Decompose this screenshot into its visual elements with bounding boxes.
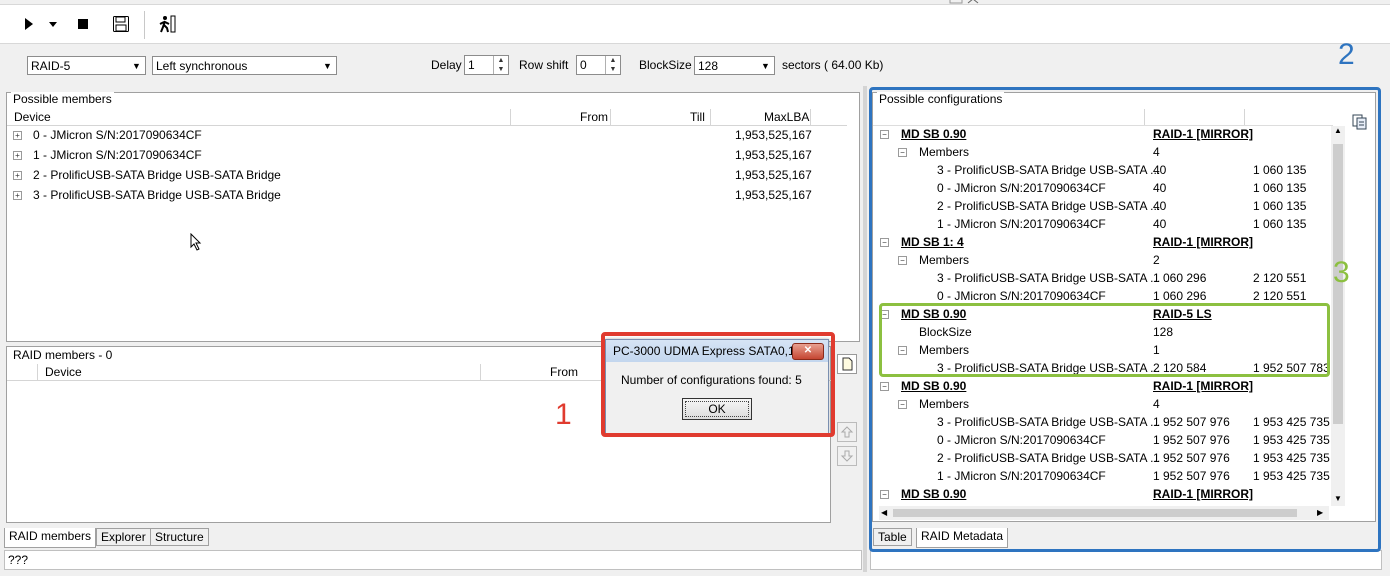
row-shift-spinner[interactable]: 0 ▲ ▼ bbox=[576, 55, 621, 75]
possible-members-title: Possible members bbox=[11, 92, 114, 106]
layout-select[interactable]: Left synchronous ▼ bbox=[152, 56, 337, 75]
expand-icon[interactable]: + bbox=[13, 151, 22, 160]
stop-icon[interactable] bbox=[72, 13, 94, 35]
new-document-icon[interactable] bbox=[837, 354, 857, 374]
expand-icon[interactable]: + bbox=[13, 191, 22, 200]
layout-value: Left synchronous bbox=[156, 59, 248, 73]
chevron-down-icon[interactable]: ▼ bbox=[128, 57, 145, 74]
member-row[interactable]: + 0 - JMicron S/N:2017090634CF 1,953,525… bbox=[7, 125, 847, 145]
member-row[interactable]: + 2 - ProlificUSB-SATA Bridge USB-SATA B… bbox=[7, 165, 847, 185]
expand-icon[interactable]: + bbox=[13, 171, 22, 180]
save-icon[interactable] bbox=[110, 13, 132, 35]
row-shift-label: Row shift bbox=[519, 58, 569, 72]
status-bar-right bbox=[870, 550, 1382, 570]
member-maxlba: 1,953,525,167 bbox=[735, 168, 812, 182]
raid-members-title: RAID members - 0 bbox=[11, 348, 115, 362]
sectors-label: sectors ( 64.00 Kb) bbox=[782, 58, 884, 72]
col-maxlba[interactable]: MaxLBA bbox=[764, 110, 809, 124]
tab-raid-members[interactable]: RAID members bbox=[4, 528, 97, 548]
col-till[interactable]: Till bbox=[690, 110, 705, 124]
status-bar: ??? bbox=[4, 550, 862, 570]
member-device: 2 - ProlificUSB-SATA Bridge USB-SATA Bri… bbox=[33, 168, 281, 182]
toolbar bbox=[0, 4, 1390, 44]
possible-members-panel: Possible members Device From Till MaxLBA… bbox=[6, 92, 860, 342]
chevron-down-icon[interactable]: ▼ bbox=[319, 57, 336, 74]
annotation-number-3: 3 bbox=[1333, 256, 1350, 289]
dropdown-arrow-icon[interactable] bbox=[46, 13, 60, 35]
col-from[interactable]: From bbox=[580, 110, 608, 124]
chevron-down-icon[interactable]: ▼ bbox=[757, 57, 774, 74]
annotation-number-2: 2 bbox=[1338, 38, 1355, 71]
blocksize-select[interactable]: 128 ▼ bbox=[694, 56, 775, 75]
blocksize-label: BlockSize bbox=[639, 58, 692, 72]
member-maxlba: 1,953,525,167 bbox=[735, 188, 812, 202]
raid-type-value: RAID-5 bbox=[31, 59, 71, 73]
member-maxlba: 1,953,525,167 bbox=[735, 128, 812, 142]
delay-spinner[interactable]: 1 ▲ ▼ bbox=[464, 55, 509, 75]
play-icon[interactable] bbox=[18, 13, 40, 35]
move-down-icon[interactable] bbox=[837, 446, 857, 466]
member-device: 0 - JMicron S/N:2017090634CF bbox=[33, 128, 202, 142]
status-text: ??? bbox=[8, 553, 29, 567]
raid-type-select[interactable]: RAID-5 ▼ bbox=[27, 56, 146, 75]
member-row[interactable]: + 3 - ProlificUSB-SATA Bridge USB-SATA B… bbox=[7, 185, 847, 205]
row-shift-value: 0 bbox=[580, 58, 587, 72]
col-from[interactable]: From bbox=[550, 365, 578, 379]
updown-icon[interactable]: ▲ ▼ bbox=[493, 56, 508, 74]
col-device[interactable]: Device bbox=[45, 365, 82, 379]
tab-structure[interactable]: Structure bbox=[150, 528, 209, 546]
col-device[interactable]: Device bbox=[14, 110, 51, 124]
move-up-icon[interactable] bbox=[837, 422, 857, 442]
tab-explorer[interactable]: Explorer bbox=[96, 528, 151, 546]
expand-icon[interactable]: + bbox=[13, 131, 22, 140]
mouse-cursor-icon bbox=[190, 232, 202, 254]
delay-value: 1 bbox=[468, 58, 475, 72]
member-row[interactable]: + 1 - JMicron S/N:2017090634CF 1,953,525… bbox=[7, 145, 847, 165]
splitter[interactable] bbox=[863, 86, 867, 572]
exit-icon[interactable] bbox=[156, 13, 178, 35]
member-device: 3 - ProlificUSB-SATA Bridge USB-SATA Bri… bbox=[33, 188, 281, 202]
blocksize-value: 128 bbox=[698, 59, 719, 73]
delay-label: Delay bbox=[431, 58, 462, 72]
member-device: 1 - JMicron S/N:2017090634CF bbox=[33, 148, 202, 162]
updown-icon[interactable]: ▲ ▼ bbox=[605, 56, 620, 74]
members-header: Device From Till MaxLBA bbox=[7, 109, 847, 126]
annotation-box-red bbox=[601, 332, 835, 437]
member-maxlba: 1,953,525,167 bbox=[735, 148, 812, 162]
annotation-number-1: 1 bbox=[555, 398, 572, 431]
annotation-box-green bbox=[879, 303, 1330, 377]
